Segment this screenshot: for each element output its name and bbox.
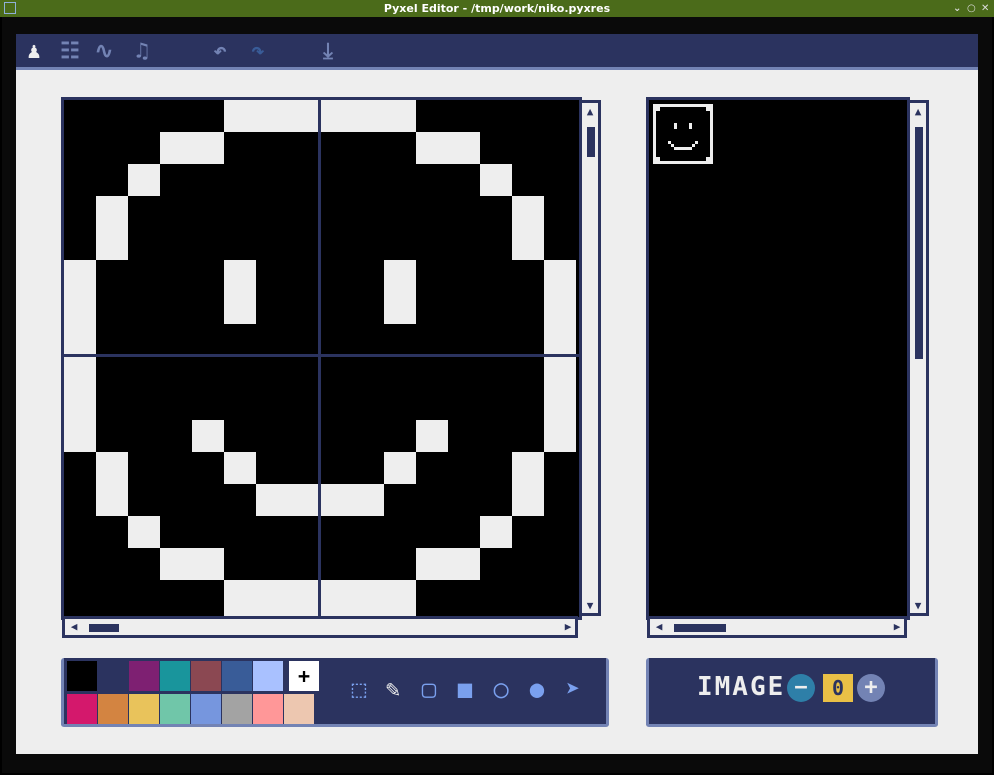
scroll-right-icon[interactable]: ▶ — [561, 620, 575, 634]
color-swatch-8[interactable] — [67, 694, 97, 724]
image-bank-viewer[interactable] — [646, 97, 910, 620]
color-swatch-12[interactable] — [191, 694, 221, 724]
image-selection-frame[interactable] — [653, 104, 713, 164]
color-swatch-2[interactable] — [129, 661, 159, 691]
music-icon[interactable]: ♫ — [128, 38, 156, 66]
rect-fill-tool-icon[interactable]: ■ — [450, 674, 480, 704]
scroll-thumb[interactable] — [89, 624, 119, 632]
color-swatch-14[interactable] — [253, 694, 283, 724]
circle-fill-tool-icon[interactable]: ● — [522, 674, 552, 704]
image-bank-selector: IMAGE − 0 + — [646, 658, 938, 727]
app-icon — [4, 2, 16, 14]
color-swatch-6[interactable] — [253, 661, 283, 691]
redo-icon[interactable]: ↷ — [244, 38, 272, 66]
scroll-up-icon[interactable]: ▲ — [583, 105, 597, 119]
increment-image-button[interactable]: + — [857, 674, 885, 702]
smiley-thumbnail — [656, 107, 710, 161]
sprite-icon[interactable]: ♟ — [20, 38, 48, 66]
maximize-icon[interactable]: ○ — [967, 0, 976, 17]
circle-outline-tool-icon[interactable]: ◯ — [486, 674, 516, 704]
color-swatch-3[interactable] — [160, 661, 190, 691]
color-swatch-9[interactable] — [98, 694, 128, 724]
canvas-vertical-scrollbar[interactable]: ▲ ▼ — [579, 100, 601, 616]
scroll-left-icon[interactable]: ◀ — [67, 620, 81, 634]
sound-wave-icon[interactable]: ∿ — [90, 38, 118, 66]
tilemap-icon[interactable]: ☷ — [56, 38, 84, 66]
canvas-horizontal-scrollbar[interactable]: ◀ ▶ — [62, 616, 578, 638]
pyxel-editor-app: ♟ ☷ ∿ ♫ ↶ ↷ ⤓ ▲ ▼ ◀ ▶ ▲ ▼ ◀ ▶ + ⬚ ✎ ▢ ■ … — [16, 34, 978, 754]
scroll-right-icon[interactable]: ▶ — [890, 620, 904, 634]
window-titlebar: Pyxel Editor - /tmp/work/niko.pyxres ⌄ ○… — [0, 0, 994, 17]
color-swatch-5[interactable] — [222, 661, 252, 691]
bucket-tool-icon[interactable]: ➤ — [558, 674, 588, 704]
color-swatch-1[interactable] — [98, 661, 128, 691]
scroll-thumb[interactable] — [915, 127, 923, 359]
image-label: IMAGE — [697, 672, 786, 702]
palette-tools-panel: + ⬚ ✎ ▢ ■ ◯ ● ➤ — [61, 658, 609, 727]
pen-tool-icon[interactable]: ✎ — [378, 674, 408, 704]
select-tool-icon[interactable]: ⬚ — [344, 674, 374, 704]
undo-icon[interactable]: ↶ — [206, 38, 234, 66]
toolbar: ♟ ☷ ∿ ♫ ↶ ↷ ⤓ — [16, 34, 978, 70]
color-swatch-15[interactable] — [284, 694, 314, 724]
scroll-thumb[interactable] — [587, 127, 595, 157]
image-horizontal-scrollbar[interactable]: ◀ ▶ — [647, 616, 907, 638]
image-number: 0 — [823, 674, 853, 702]
scroll-down-icon[interactable]: ▼ — [911, 599, 925, 613]
scroll-up-icon[interactable]: ▲ — [911, 105, 925, 119]
scroll-thumb[interactable] — [674, 624, 726, 632]
rect-outline-tool-icon[interactable]: ▢ — [414, 674, 444, 704]
save-icon[interactable]: ⤓ — [314, 38, 342, 66]
decrement-image-button[interactable]: − — [787, 674, 815, 702]
drawing-canvas[interactable] — [61, 97, 582, 620]
minimize-icon[interactable]: ⌄ — [953, 0, 961, 17]
add-color-icon[interactable]: + — [289, 661, 319, 691]
window-title: Pyxel Editor - /tmp/work/niko.pyxres — [383, 2, 611, 15]
color-swatch-13[interactable] — [222, 694, 252, 724]
scroll-left-icon[interactable]: ◀ — [652, 620, 666, 634]
color-swatch-4[interactable] — [191, 661, 221, 691]
scroll-down-icon[interactable]: ▼ — [583, 599, 597, 613]
color-swatch-10[interactable] — [129, 694, 159, 724]
color-swatch-11[interactable] — [160, 694, 190, 724]
color-swatch-0[interactable] — [67, 661, 97, 691]
image-vertical-scrollbar[interactable]: ▲ ▼ — [907, 100, 929, 616]
close-icon[interactable]: ✕ — [981, 0, 989, 17]
